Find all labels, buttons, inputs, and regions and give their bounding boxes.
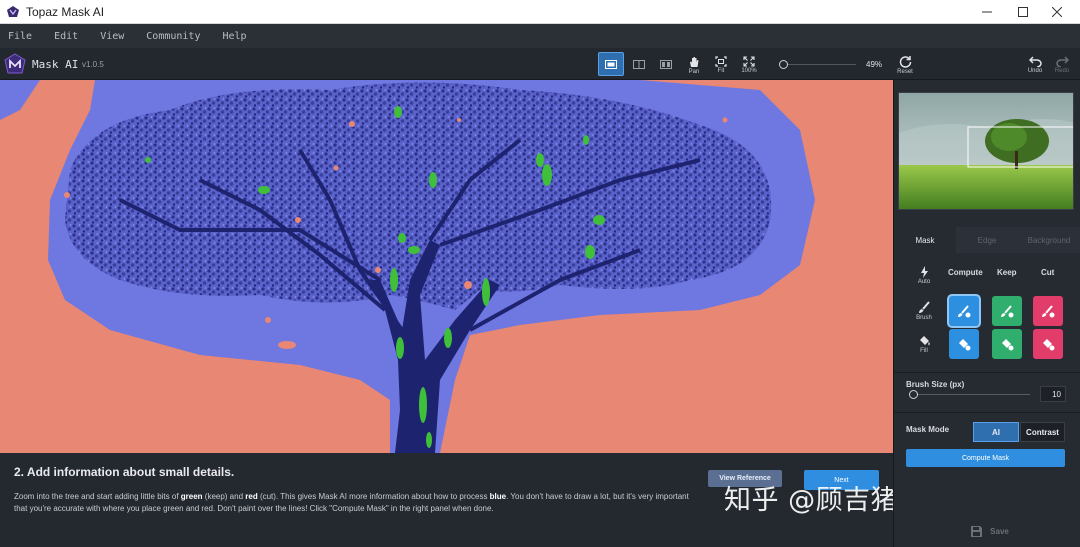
brush-size-track[interactable] [910, 394, 1030, 395]
green-word: green [180, 492, 203, 501]
zoom-value: 49% [866, 60, 883, 69]
single-view-button[interactable] [598, 52, 624, 76]
app-name: Mask AI [32, 58, 79, 71]
auto-label: Auto [917, 278, 931, 285]
column-cut: Cut [1041, 268, 1055, 277]
bucket-icon [1002, 339, 1014, 351]
keep-fill-button[interactable] [992, 329, 1022, 359]
redo-label: Redo [1054, 68, 1070, 74]
mask-ai-logo [4, 53, 26, 74]
single-view-icon [605, 59, 617, 69]
panel-tabs: Mask Edge Background [894, 227, 1080, 253]
navigator-preview[interactable] [898, 92, 1074, 210]
cut-fill-button[interactable] [1033, 329, 1063, 359]
side-by-side-icon [660, 59, 672, 69]
brush-size-title: Brush Size (px) [906, 380, 965, 389]
panel-divider [894, 372, 1080, 373]
brush-icon [958, 305, 971, 318]
pan-label: Pan [688, 68, 700, 75]
menu-help[interactable]: Help [222, 31, 246, 42]
image-canvas[interactable] [0, 80, 893, 453]
brush-icon [1042, 305, 1055, 318]
bucket-icon [1043, 339, 1055, 351]
mode-ai-button[interactable]: AI [973, 422, 1019, 442]
tab-mask[interactable]: Mask [894, 227, 956, 253]
pan-button[interactable]: Pan [685, 52, 703, 78]
minimize-icon [982, 11, 992, 13]
zoom-100-button[interactable]: 100% [739, 52, 759, 78]
fit-button[interactable]: Fit [712, 52, 730, 78]
cut-brush-button[interactable] [1033, 296, 1063, 326]
fill-tool[interactable]: Fill [914, 331, 934, 357]
instruction-text-part: Zoom into the tree and start adding litt… [14, 492, 181, 501]
instruction-text: Zoom into the tree and start adding litt… [14, 491, 690, 515]
instruction-text-part: (cut). This gives Mask AI more informati… [257, 492, 490, 501]
maximize-icon [1018, 7, 1028, 17]
hand-icon [690, 56, 699, 67]
preview-image [899, 93, 1073, 209]
zoom-100-label: 100% [741, 68, 757, 74]
instruction-text-part: (keep) and [202, 492, 246, 501]
zoom-slider-handle[interactable] [779, 60, 788, 69]
brush-size-handle[interactable] [909, 390, 918, 399]
menu-community[interactable]: Community [146, 31, 200, 42]
redo-icon [1055, 56, 1069, 67]
title-bar: Topaz Mask AI [0, 0, 1080, 24]
column-keep: Keep [997, 268, 1017, 277]
menu-edit[interactable]: Edit [54, 31, 78, 42]
brush-size-input[interactable]: 10 [1040, 386, 1066, 402]
undo-icon [1028, 56, 1042, 67]
mask-mode-title: Mask Mode [906, 425, 950, 434]
menu-bar: File Edit View Community Help [0, 24, 1080, 48]
redo-button[interactable]: Redo [1053, 52, 1071, 78]
close-icon [1052, 7, 1062, 17]
undo-button[interactable]: Undo [1026, 52, 1044, 78]
brush-label: Brush [916, 315, 932, 321]
compute-fill-button[interactable] [949, 329, 979, 359]
red-word: red [245, 492, 258, 501]
mask-overlay[interactable] [0, 80, 893, 453]
tab-background[interactable]: Background [1018, 227, 1080, 253]
tab-edge[interactable]: Edge [956, 227, 1018, 253]
mode-contrast-button[interactable]: Contrast [1020, 422, 1065, 442]
reset-icon [899, 56, 911, 68]
menu-file[interactable]: File [8, 31, 32, 42]
bucket-icon [919, 336, 930, 346]
split-view-button[interactable] [626, 52, 652, 76]
menu-view[interactable]: View [100, 31, 124, 42]
bucket-icon [959, 339, 971, 351]
lightning-icon [920, 265, 928, 278]
window-title: Topaz Mask AI [26, 4, 105, 19]
zoom-slider-track[interactable] [788, 64, 856, 65]
side-by-side-view-button[interactable] [653, 52, 679, 76]
fit-label: Fit [717, 68, 725, 74]
floppy-icon [971, 525, 983, 537]
close-button[interactable] [1034, 0, 1080, 24]
split-view-icon [633, 59, 645, 69]
app-version: v1.0.5 [82, 60, 104, 69]
save-button[interactable]: Save [940, 519, 1040, 543]
auto-button[interactable]: Auto [914, 262, 934, 288]
column-compute: Compute [948, 268, 983, 277]
expand-icon [743, 56, 755, 67]
fill-label: Fill [920, 348, 928, 354]
fit-icon [715, 56, 727, 67]
keep-brush-button[interactable] [992, 296, 1022, 326]
compute-mask-button[interactable]: Compute Mask [906, 449, 1065, 467]
save-label: Save [990, 526, 1009, 536]
blue-word: blue [489, 492, 507, 501]
instruction-title: 2. Add information about small details. [14, 465, 235, 479]
undo-label: Undo [1027, 68, 1043, 74]
panel-divider [894, 412, 1080, 413]
reset-label: Reset [897, 69, 913, 75]
app-icon [7, 5, 19, 17]
brush-tool[interactable]: Brush [914, 298, 934, 324]
brush-icon [1001, 305, 1014, 318]
compute-brush-button[interactable] [949, 296, 979, 326]
toolbar: Mask AI v1.0.5 Pan Fit 100% Reset Undo R… [0, 48, 1080, 80]
brush-icon [919, 301, 930, 313]
reset-button[interactable]: Reset [896, 52, 914, 78]
